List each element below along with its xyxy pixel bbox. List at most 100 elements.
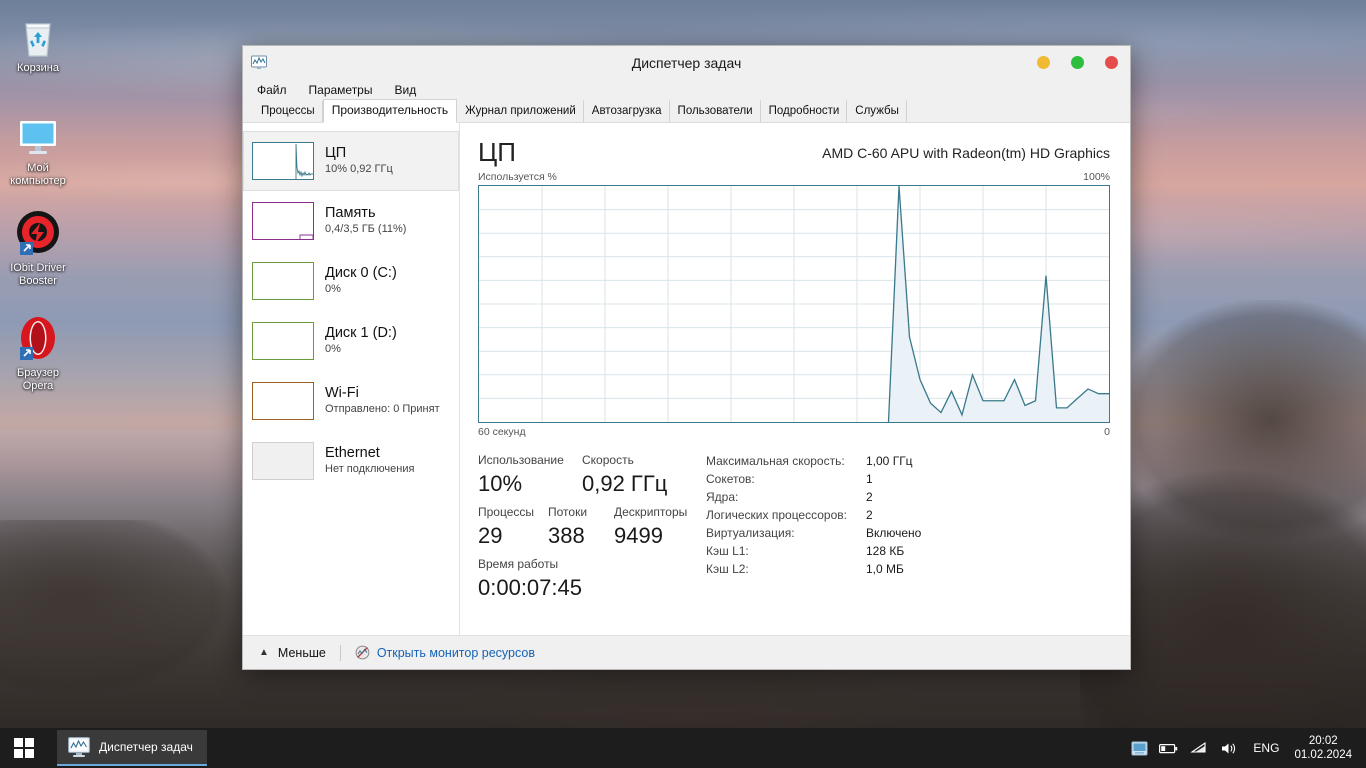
- window-body: ЦП 10% 0,92 ГГц Память 0,4/3,5 ГБ (11%): [243, 123, 1130, 635]
- panel-header: ЦП AMD C-60 APU with Radeon(tm) HD Graph…: [478, 137, 1110, 167]
- open-resource-monitor-link[interactable]: Открыть монитор ресурсов: [355, 645, 535, 660]
- stat-label: Процессы: [478, 505, 535, 519]
- stat-value: 0:00:07:45: [478, 575, 582, 600]
- tab-app-history[interactable]: Журнал приложений: [457, 100, 584, 122]
- stats-row-3: Время работы 0:00:07:45: [478, 556, 702, 603]
- minimize-button[interactable]: [1037, 56, 1050, 69]
- tab-strip: Процессы Производительность Журнал прило…: [243, 99, 1130, 123]
- resource-sidebar[interactable]: ЦП 10% 0,92 ГГц Память 0,4/3,5 ГБ (11%): [243, 123, 460, 635]
- detail-row: Кэш L1: 128 КБ: [706, 542, 1110, 560]
- window-title: Диспетчер задач: [631, 54, 742, 71]
- my-computer-icon: [0, 110, 76, 158]
- menu-bar: Файл Параметры Вид: [243, 79, 1130, 101]
- detail-key: Кэш L2:: [706, 562, 749, 576]
- touch-keyboard-icon[interactable]: [1124, 728, 1154, 768]
- detail-key: Максимальная скорость:: [706, 454, 845, 468]
- clock[interactable]: 20:02 01.02.2024: [1288, 734, 1366, 762]
- desktop-icon-my-computer[interactable]: Мой компьютер: [0, 110, 76, 188]
- tab-services[interactable]: Службы: [847, 100, 907, 122]
- stat-handles: Дескрипторы 9499: [614, 504, 687, 551]
- stat-label: Дескрипторы: [614, 505, 688, 519]
- menu-file[interactable]: Файл: [257, 83, 287, 97]
- detail-row: Логических процессоров: 2: [706, 506, 1110, 524]
- clock-time: 20:02: [1308, 735, 1338, 747]
- cpu-thumbnail: [252, 142, 314, 180]
- sidebar-item-sub: 0%: [325, 283, 341, 295]
- iobit-driver-booster-icon: [0, 210, 76, 258]
- detail-row: Максимальная скорость: 1,00 ГГц: [706, 452, 1110, 470]
- opera-icon: [0, 315, 76, 363]
- sidebar-item-disk1[interactable]: Диск 1 (D:) 0%: [243, 311, 459, 371]
- desktop-icon-label: IObit Driver Booster: [10, 262, 66, 287]
- volume-icon[interactable]: [1214, 728, 1244, 768]
- sidebar-item-memory[interactable]: Память 0,4/3,5 ГБ (11%): [243, 191, 459, 251]
- graph-y-label: Используется %: [478, 171, 557, 183]
- detail-key: Виртуализация:: [706, 526, 795, 540]
- stat-uptime: Время работы 0:00:07:45: [478, 556, 582, 603]
- wifi-icon[interactable]: [1184, 728, 1214, 768]
- detail-key: Сокетов:: [706, 472, 755, 486]
- battery-icon[interactable]: [1154, 728, 1184, 768]
- desktop: Корзина Мой компьютер IObit Driver Boost: [0, 0, 1366, 768]
- desktop-icon-label: Мой компьютер: [10, 162, 66, 187]
- detail-row: Сокетов: 1: [706, 470, 1110, 488]
- chevron-up-icon: ▲: [259, 647, 269, 658]
- detail-value: 2: [866, 490, 873, 504]
- stats-row-2: Процессы 29 Потоки 388 Дескрипторы 9499: [478, 504, 702, 551]
- tab-startup[interactable]: Автозагрузка: [584, 100, 670, 122]
- sidebar-item-title: Диск 1 (D:): [325, 325, 397, 341]
- graph-top-labels: Используется % 100%: [478, 171, 1110, 183]
- sidebar-item-sub: 10% 0,92 ГГц: [325, 163, 393, 175]
- detail-value: 128 КБ: [866, 544, 905, 558]
- maximize-button[interactable]: [1071, 56, 1084, 69]
- fewer-details-label: Меньше: [277, 645, 326, 660]
- taskbar-item-task-manager[interactable]: Диспетчер задач: [57, 730, 207, 766]
- detail-key: Кэш L1:: [706, 544, 749, 558]
- sidebar-item-title: Ethernet: [325, 445, 380, 461]
- desktop-icon-recycle-bin[interactable]: Корзина: [0, 10, 76, 75]
- window-controls: [1037, 46, 1118, 79]
- close-button[interactable]: [1105, 56, 1118, 69]
- desktop-icon-iobit-driver-booster[interactable]: IObit Driver Booster: [0, 210, 76, 288]
- clock-date: 01.02.2024: [1294, 749, 1352, 761]
- stat-utilization: Использование 10%: [478, 452, 582, 499]
- sidebar-item-ethernet[interactable]: Ethernet Нет подключения: [243, 431, 459, 491]
- desktop-icon-opera[interactable]: Браузер Opera: [0, 315, 76, 393]
- tab-users[interactable]: Пользователи: [670, 100, 761, 122]
- footer-separator: [339, 644, 341, 661]
- fewer-details-button[interactable]: ▲ Меньше: [259, 646, 326, 660]
- graph-y-max-label: 100%: [1083, 171, 1110, 183]
- tab-details[interactable]: Подробности: [761, 100, 848, 122]
- stat-processes: Процессы 29: [478, 504, 548, 551]
- start-button[interactable]: [0, 728, 48, 768]
- sidebar-item-title: Диск 0 (C:): [325, 265, 397, 281]
- desktop-icon-label: Браузер Opera: [17, 367, 59, 392]
- menu-view[interactable]: Вид: [394, 83, 416, 97]
- sidebar-item-title: ЦП: [325, 145, 347, 161]
- stat-value: 9499: [614, 523, 663, 548]
- stats-row-1: Использование 10% Скорость 0,92 ГГц: [478, 452, 702, 499]
- detail-row: Кэш L2: 1,0 МБ: [706, 560, 1110, 578]
- window-titlebar[interactable]: Диспетчер задач: [243, 46, 1130, 79]
- stat-label: Скорость: [582, 453, 634, 467]
- wifi-thumbnail: [252, 382, 314, 420]
- sidebar-item-wifi[interactable]: Wi-Fi Отправлено: 0 Принят: [243, 371, 459, 431]
- menu-options[interactable]: Параметры: [309, 83, 373, 97]
- detail-row: Виртуализация: Включено: [706, 524, 1110, 542]
- graph-x-zero-label: 0: [1104, 426, 1110, 438]
- stat-label: Использование: [478, 453, 564, 467]
- cpu-usage-graph[interactable]: [478, 185, 1110, 423]
- sidebar-item-title: Память: [325, 205, 376, 221]
- tab-performance[interactable]: Производительность: [322, 99, 458, 123]
- detail-value: 1,00 ГГц: [866, 454, 913, 468]
- language-indicator[interactable]: ENG: [1244, 741, 1288, 755]
- sidebar-item-cpu[interactable]: ЦП 10% 0,92 ГГц: [243, 131, 459, 191]
- sidebar-item-title: Wi-Fi: [325, 385, 359, 401]
- windows-logo-icon: [14, 738, 34, 758]
- sidebar-item-sub: Отправлено: 0 Принят: [325, 403, 440, 415]
- detail-value: 1,0 МБ: [866, 562, 904, 576]
- sidebar-item-disk0[interactable]: Диск 0 (C:) 0%: [243, 251, 459, 311]
- recycle-bin-icon: [0, 10, 76, 58]
- cpu-details-list: Максимальная скорость: 1,00 ГГц Сокетов:…: [702, 452, 1110, 603]
- tab-processes[interactable]: Процессы: [253, 100, 323, 122]
